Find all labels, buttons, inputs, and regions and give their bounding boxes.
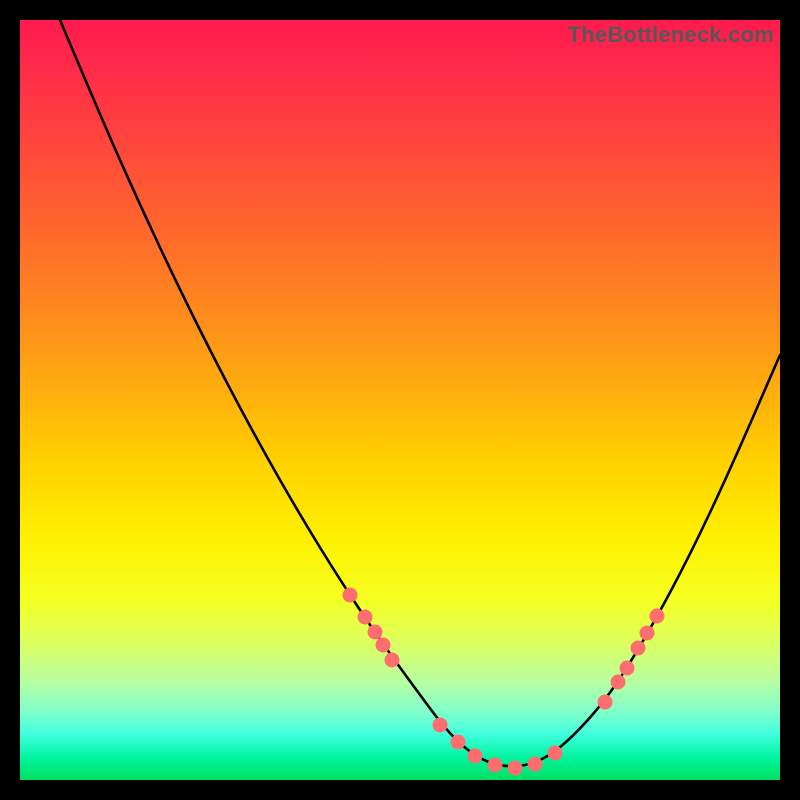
watermark-text: TheBottleneck.com [568, 22, 774, 48]
highlight-dots-left-dot [343, 588, 358, 603]
highlight-dots-bottom-dot [508, 761, 523, 776]
highlight-dots-bottom-dot [548, 746, 563, 761]
marker-dots [343, 588, 665, 776]
highlight-dots-left-dot [376, 638, 391, 653]
highlight-dots-bottom-dot [451, 735, 466, 750]
chart-frame: TheBottleneck.com [20, 20, 780, 780]
highlight-dots-right-dot [598, 695, 613, 710]
highlight-dots-right-dot [640, 626, 655, 641]
highlight-dots-right-dot [611, 675, 626, 690]
highlight-dots-right-dot [650, 609, 665, 624]
chart-svg [20, 20, 780, 780]
highlight-dots-bottom-dot [433, 718, 448, 733]
highlight-dots-left-dot [368, 625, 383, 640]
bottleneck-curve [60, 20, 780, 766]
highlight-dots-right-dot [631, 641, 646, 656]
highlight-dots-bottom-dot [488, 758, 503, 773]
highlight-dots-left-dot [385, 653, 400, 668]
highlight-dots-left-dot [358, 610, 373, 625]
highlight-dots-right-dot [620, 661, 635, 676]
highlight-dots-bottom-dot [468, 749, 483, 764]
highlight-dots-bottom-dot [528, 757, 543, 772]
